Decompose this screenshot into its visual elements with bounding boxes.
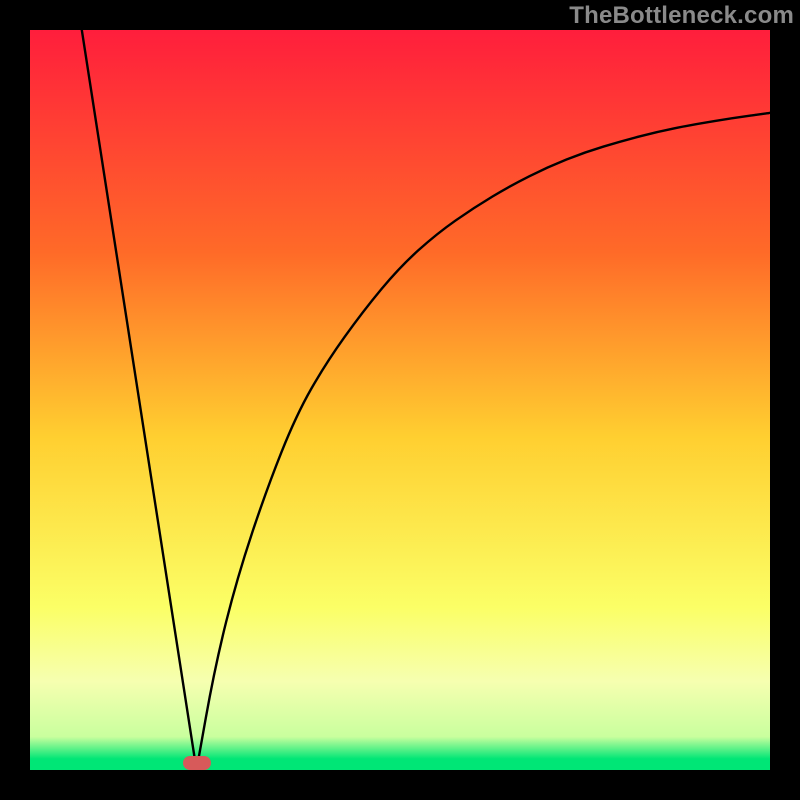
watermark-text: TheBottleneck.com (569, 2, 794, 30)
optimum-marker (183, 756, 211, 770)
plot-area (30, 30, 770, 770)
chart-frame: TheBottleneck.com (0, 0, 800, 800)
curve-layer (30, 30, 770, 770)
bottleneck-curve (82, 30, 770, 770)
